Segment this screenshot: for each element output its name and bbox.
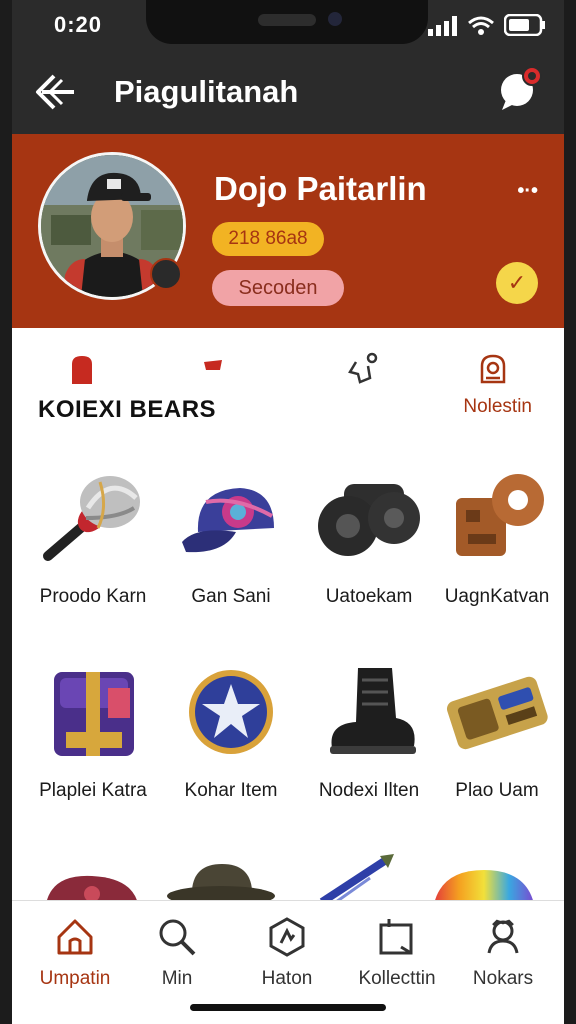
boot-icon	[330, 668, 416, 754]
nav-label: Kollecttin	[358, 968, 436, 989]
app-bar: Piagulitanah	[12, 52, 564, 134]
hat-icon[interactable]	[164, 860, 278, 904]
home-indicator[interactable]	[190, 1004, 386, 1011]
status-dot	[150, 258, 182, 290]
status-icons	[428, 14, 546, 36]
gadget-icon	[456, 474, 544, 556]
category-tabs	[12, 348, 564, 388]
grid-item[interactable]: Proodo Karn	[24, 468, 162, 608]
profile-name: Dojo Paitarlin	[214, 170, 427, 207]
verified-check-icon: ✓	[496, 262, 538, 304]
hammer-icon	[43, 476, 140, 561]
pen-icon[interactable]	[316, 854, 396, 904]
speaker	[258, 14, 316, 26]
rainbow-hat-icon[interactable]	[428, 864, 538, 904]
collection-icon	[379, 919, 413, 955]
wheels-icon	[318, 484, 420, 556]
front-camera	[328, 12, 342, 26]
home-icon	[57, 919, 93, 955]
profile-icon	[487, 919, 519, 954]
item-label: Gan Sani	[191, 586, 271, 607]
grid-item[interactable]: Nodexi Ilten	[300, 662, 438, 802]
nav-collection[interactable]: Kollecttin	[342, 917, 452, 990]
grid-item[interactable]: Plao Uam	[428, 662, 564, 802]
section-link[interactable]: Nolestin	[463, 396, 532, 418]
tab-share-icon[interactable]	[348, 352, 380, 384]
device-icon	[446, 676, 548, 750]
item-label: Proodo Karn	[39, 586, 147, 607]
nav-search[interactable]: Min	[122, 917, 232, 990]
rank-tag[interactable]: Secoden	[212, 270, 344, 306]
nav-label: Min	[161, 968, 193, 989]
search-icon	[159, 919, 196, 956]
section-title: KOIEXI BEARS	[38, 396, 217, 423]
more-options-icon[interactable]: •·•	[517, 180, 538, 203]
signal-icon	[428, 16, 457, 36]
tab-emblem-icon[interactable]	[476, 352, 510, 386]
status-time: 0:20	[54, 12, 103, 37]
grid-item[interactable]: Kohar Item	[162, 662, 300, 802]
tab-bookmark-icon[interactable]	[70, 354, 94, 384]
profile-card: Dojo Paitarlin •·• 218 86a8 Secoden ✓	[12, 134, 564, 328]
tab-tag-icon[interactable]	[202, 358, 224, 372]
item-label: UagnKatvan	[444, 586, 550, 607]
grid-item[interactable]: Plaplei Katra	[24, 662, 162, 802]
nav-hexagon[interactable]: Haton	[232, 917, 342, 990]
notch	[146, 0, 428, 44]
phone-frame: 0:20 Piagulitanah Dojo Paitarlin •·• 218…	[0, 0, 576, 1024]
cap-icon	[182, 488, 274, 553]
nav-label: Nokars	[472, 968, 534, 989]
nav-profile[interactable]: Nokars	[448, 917, 558, 990]
nav-home[interactable]: Umpatin	[20, 917, 130, 990]
page-title: Piagulitanah	[114, 74, 299, 109]
battery-icon	[504, 14, 545, 36]
grid-item[interactable]: UagnKatvan	[428, 468, 564, 608]
back-arrow-icon[interactable]	[32, 70, 76, 114]
chat-icon[interactable]	[498, 66, 544, 112]
score-badge: 218 86a8	[212, 222, 324, 256]
nav-label: Haton	[261, 968, 313, 989]
grid-item[interactable]: Gan Sani	[162, 468, 300, 608]
item-label: Plao Uam	[455, 780, 539, 801]
nav-label: Umpatin	[39, 968, 111, 989]
star-coin-icon	[189, 670, 273, 754]
hexagon-icon	[269, 917, 305, 957]
screen: 0:20 Piagulitanah Dojo Paitarlin •·• 218…	[12, 0, 564, 1024]
chest-icon	[54, 672, 134, 756]
item-label: Nodexi Ilten	[318, 780, 420, 801]
wifi-icon	[468, 16, 494, 35]
status-bar: 0:20	[12, 0, 564, 52]
item-label: Uatoekam	[325, 586, 413, 607]
cap-red-icon[interactable]	[42, 864, 142, 904]
item-label: Kohar Item	[184, 780, 278, 801]
grid-item[interactable]: Uatoekam	[300, 468, 438, 608]
item-label: Plaplei Katra	[39, 780, 147, 801]
